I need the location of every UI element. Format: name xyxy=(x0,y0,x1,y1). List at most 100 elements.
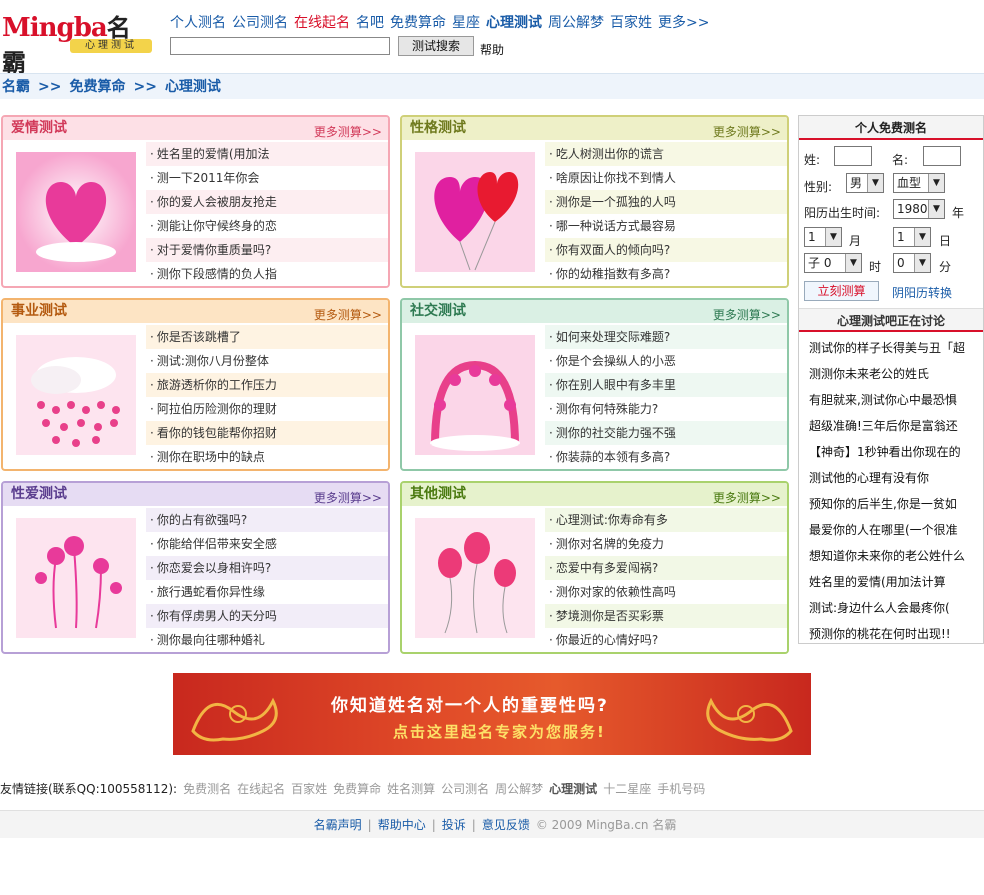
friend-link[interactable]: 姓名测算 xyxy=(387,782,435,796)
test-link[interactable]: 吃人树测出你的谎言 xyxy=(545,142,787,166)
footer-link[interactable]: 帮助中心 xyxy=(378,818,426,832)
test-link[interactable]: 测你是一个孤独的人吗 xyxy=(545,190,787,214)
test-link[interactable]: 你在别人眼中有多丰里 xyxy=(545,373,787,397)
friend-link[interactable]: 公司测名 xyxy=(441,782,489,796)
blood-type-select[interactable]: 血型 ▼ xyxy=(893,173,945,193)
gender-select[interactable]: 男 ▼ xyxy=(846,173,884,193)
nav-link[interactable]: 心理测试 xyxy=(486,15,542,31)
footer-link[interactable]: 意见反馈 xyxy=(482,818,530,832)
discussion-item[interactable]: 有胆就来,测试你心中最恐惧 xyxy=(809,387,981,413)
test-link[interactable]: 姓名里的爱情(用加法 xyxy=(146,142,388,166)
discussion-item[interactable]: 测试他的心理有没有你 xyxy=(809,465,981,491)
breadcrumb-item[interactable]: 名霸 xyxy=(2,79,30,95)
test-link[interactable]: 你是否该跳槽了 xyxy=(146,325,388,349)
nav-link[interactable]: 个人测名 xyxy=(170,15,226,31)
test-link[interactable]: 梦境测你是否买彩票 xyxy=(545,604,787,628)
discussion-item[interactable]: 【神奇】1秒钟看出你现在的 xyxy=(809,439,981,465)
nav-link[interactable]: 更多>> xyxy=(658,15,709,31)
nav-link[interactable]: 周公解梦 xyxy=(548,15,604,31)
day-select[interactable]: 1 ▼ xyxy=(893,227,931,247)
discussion-item[interactable]: 想知道你未来你的老公姓什么 xyxy=(809,543,981,569)
search-button[interactable]: 测试搜索 xyxy=(398,36,474,56)
friend-link[interactable]: 周公解梦 xyxy=(495,782,543,796)
nav-link[interactable]: 星座 xyxy=(452,15,480,31)
test-link[interactable]: 恋爱中有多爱闯祸? xyxy=(545,556,787,580)
breadcrumb-item[interactable]: 心理测试 xyxy=(165,79,221,95)
more-link[interactable]: 更多测算>> xyxy=(314,121,382,143)
discussion-item[interactable]: 预测你的桃花在何时出现!! xyxy=(809,621,981,647)
test-link[interactable]: 你能给伴侣带来安全感 xyxy=(146,532,388,556)
discussion-item[interactable]: 测试:身边什么人会最疼你( xyxy=(809,595,981,621)
test-link[interactable]: 如何来处理交际难题? xyxy=(545,325,787,349)
test-link[interactable]: 测你下段感情的负人指 xyxy=(146,262,388,286)
nav-link[interactable]: 名吧 xyxy=(356,15,384,31)
friend-link[interactable]: 十二星座 xyxy=(603,782,651,796)
site-logo[interactable]: Mingba名霸 心理测试 xyxy=(2,8,152,77)
help-link[interactable]: 帮助 xyxy=(480,41,504,58)
nav-link[interactable]: 免费算命 xyxy=(390,15,446,31)
more-link[interactable]: 更多测算>> xyxy=(713,121,781,143)
test-link[interactable]: 测你在职场中的缺点 xyxy=(146,445,388,469)
surname-field[interactable] xyxy=(834,146,872,166)
test-link[interactable]: 测你最向往哪种婚礼 xyxy=(146,628,388,652)
given-name-field[interactable] xyxy=(923,146,961,166)
panel-illustration[interactable] xyxy=(415,152,535,272)
test-link[interactable]: 测你的社交能力强不强 xyxy=(545,421,787,445)
search-input[interactable] xyxy=(170,37,390,55)
discussion-item[interactable]: 最爱你的人在哪里(一个很准 xyxy=(809,517,981,543)
friend-link[interactable]: 在线起名 xyxy=(237,782,285,796)
test-link[interactable]: 旅行遇蛇看你异性缘 xyxy=(146,580,388,604)
panel-illustration[interactable] xyxy=(16,335,136,455)
test-link[interactable]: 你的占有欲强吗? xyxy=(146,508,388,532)
year-select[interactable]: 1980 ▼ xyxy=(893,199,945,219)
panel-illustration[interactable] xyxy=(415,335,535,455)
friend-link[interactable]: 百家姓 xyxy=(291,782,327,796)
discussion-item[interactable]: 测试你的样子长得美与丑「超 xyxy=(809,335,981,361)
calculate-button[interactable]: 立刻测算 xyxy=(804,281,879,301)
friend-link[interactable]: 免费测名 xyxy=(183,782,231,796)
naming-service-banner[interactable]: 你知道姓名对一个人的重要性吗? 点击这里起名专家为您服务! xyxy=(173,673,811,755)
footer-link[interactable]: 名霸声明 xyxy=(314,818,362,832)
test-link[interactable]: 你的爱人会被朋友抢走 xyxy=(146,190,388,214)
friend-link[interactable]: 免费算命 xyxy=(333,782,381,796)
test-link[interactable]: 你装蒜的本领有多高? xyxy=(545,445,787,469)
test-link[interactable]: 对于爱情你重质量吗? xyxy=(146,238,388,262)
test-link[interactable]: 测你对家的依赖性高吗 xyxy=(545,580,787,604)
test-link[interactable]: 你的幼稚指数有多高? xyxy=(545,262,787,286)
minute-select[interactable]: 0 ▼ xyxy=(893,253,931,273)
test-link[interactable]: 看你的钱包能帮你招财 xyxy=(146,421,388,445)
test-link[interactable]: 测试:测你八月份整体 xyxy=(146,349,388,373)
test-link[interactable]: 心理测试:你寿命有多 xyxy=(545,508,787,532)
panel-illustration[interactable] xyxy=(16,152,136,272)
test-link[interactable]: 你有俘虏男人的天分吗 xyxy=(146,604,388,628)
panel-illustration[interactable] xyxy=(16,518,136,638)
nav-link[interactable]: 公司测名 xyxy=(232,15,288,31)
test-link[interactable]: 你恋爱会以身相许吗? xyxy=(146,556,388,580)
test-link[interactable]: 你是个会操纵人的小恶 xyxy=(545,349,787,373)
discussion-item[interactable]: 姓名里的爱情(用加法计算 xyxy=(809,569,981,595)
breadcrumb-item[interactable]: 免费算命 xyxy=(69,79,125,95)
test-link[interactable]: 哪一种说话方式最容易 xyxy=(545,214,787,238)
test-link[interactable]: 阿拉伯历险测你的理财 xyxy=(146,397,388,421)
test-link[interactable]: 测你有何特殊能力? xyxy=(545,397,787,421)
discussion-item[interactable]: 预知你的后半生,你是一贫如 xyxy=(809,491,981,517)
more-link[interactable]: 更多测算>> xyxy=(314,487,382,509)
discussion-item[interactable]: 测测你未来老公的姓氏 xyxy=(809,361,981,387)
test-link[interactable]: 啥原因让你找不到情人 xyxy=(545,166,787,190)
discussion-item[interactable]: 超级准确!三年后你是富翁还 xyxy=(809,413,981,439)
panel-illustration[interactable] xyxy=(415,518,535,638)
test-link[interactable]: 你有双面人的倾向吗? xyxy=(545,238,787,262)
calendar-convert-link[interactable]: 阴阳历转换 xyxy=(892,284,952,301)
friend-link[interactable]: 心理测试 xyxy=(549,782,597,796)
hour-select[interactable]: 子 0 ▼ xyxy=(804,253,862,273)
test-link[interactable]: 旅游透析你的工作压力 xyxy=(146,373,388,397)
more-link[interactable]: 更多测算>> xyxy=(713,487,781,509)
footer-link[interactable]: 投诉 xyxy=(442,818,466,832)
month-select[interactable]: 1 ▼ xyxy=(804,227,842,247)
more-link[interactable]: 更多测算>> xyxy=(314,304,382,326)
test-link[interactable]: 测你对名牌的免疫力 xyxy=(545,532,787,556)
nav-link[interactable]: 在线起名 xyxy=(294,15,350,31)
test-link[interactable]: 测能让你守候终身的恋 xyxy=(146,214,388,238)
nav-link[interactable]: 百家姓 xyxy=(610,15,652,31)
more-link[interactable]: 更多测算>> xyxy=(713,304,781,326)
